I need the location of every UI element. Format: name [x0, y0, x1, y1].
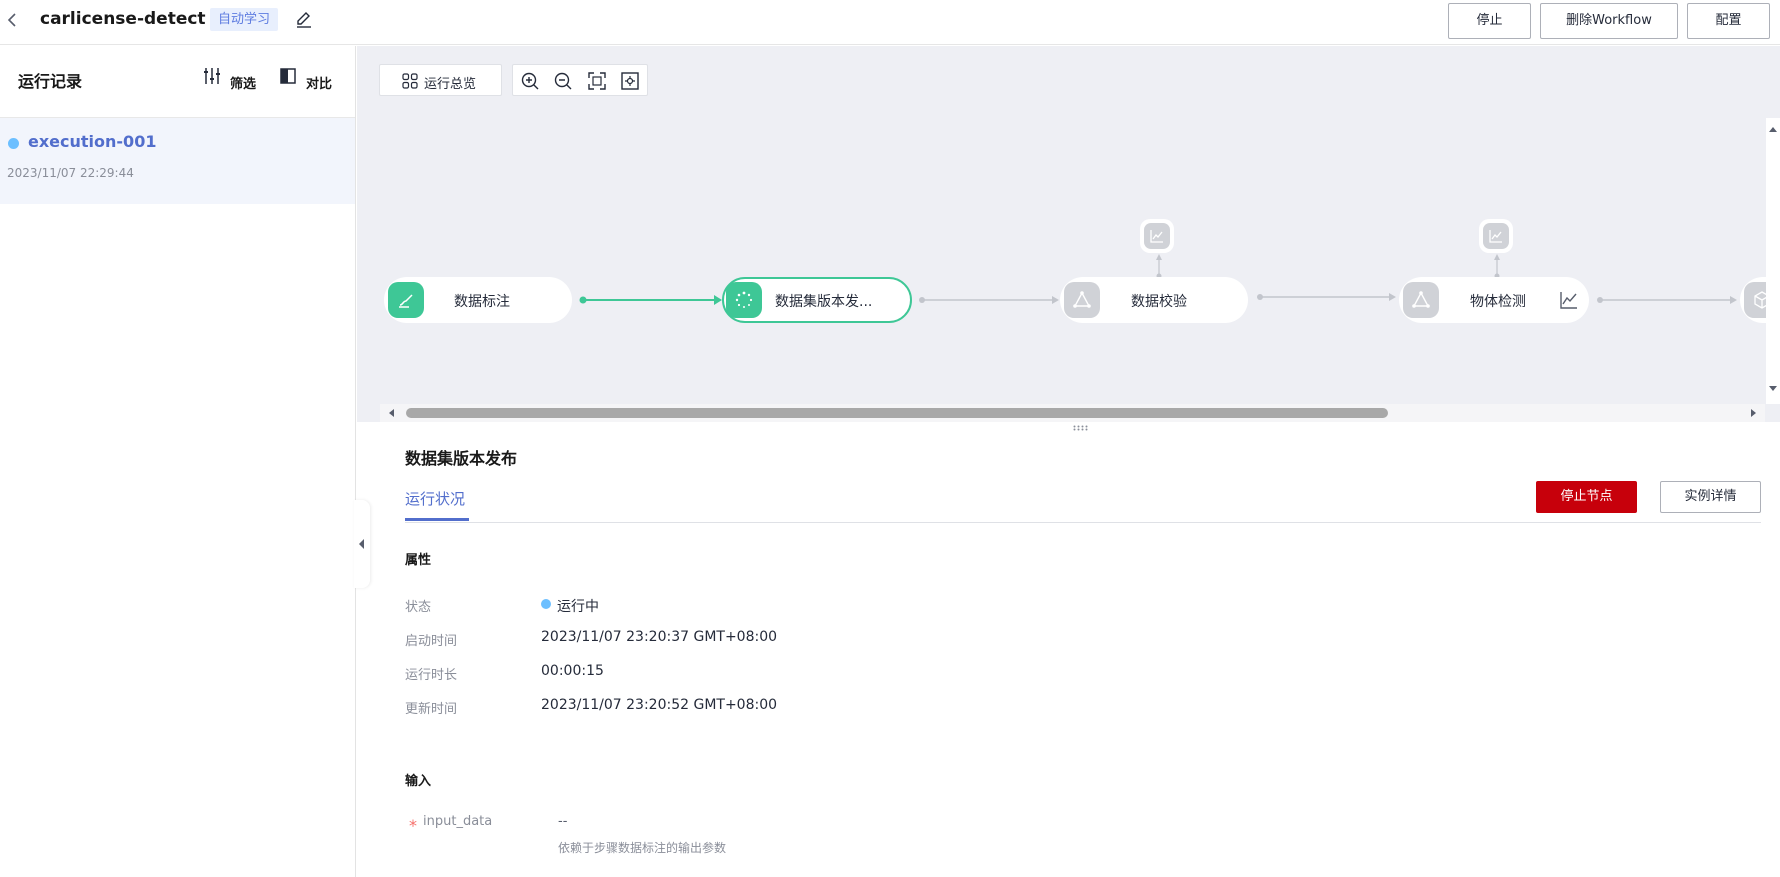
scroll-right-icon[interactable] — [1749, 409, 1757, 417]
filter-icon — [204, 68, 220, 84]
scrollbar-thumb[interactable] — [406, 408, 1388, 418]
arrow-right-icon — [1389, 293, 1396, 301]
arrow-up-icon — [1494, 254, 1500, 260]
brush-icon — [399, 294, 413, 308]
status-label: 状态 — [405, 600, 432, 615]
compare-label: 对比 — [306, 77, 333, 92]
metric-node-validate[interactable] — [1140, 219, 1174, 253]
line-chart-icon[interactable] — [1559, 290, 1579, 310]
arrow-right-icon — [1052, 296, 1059, 304]
arrow-right-icon — [714, 295, 722, 305]
metric-node-body — [1483, 223, 1509, 249]
node-icon-bg — [1064, 282, 1100, 318]
edge-start-dot — [579, 296, 587, 304]
type-tag: 自动学习 — [210, 8, 279, 31]
loading-spinner-icon — [735, 291, 753, 308]
instance-details-button[interactable]: 实例详情 — [1660, 481, 1761, 513]
chevron-left-icon[interactable] — [2, 10, 22, 30]
node-object-detection[interactable]: 物体检测 — [1399, 277, 1589, 323]
update-time-label: 更新时间 — [405, 702, 458, 717]
scroll-down-icon[interactable] — [1769, 384, 1777, 392]
node-icon-bg — [726, 282, 762, 318]
scroll-left-icon[interactable] — [388, 409, 396, 417]
config-button[interactable]: 配置 — [1687, 3, 1770, 39]
detail-title: 数据集版本发布 — [405, 449, 518, 468]
line-chart-icon — [1489, 230, 1502, 243]
node-dataset-release[interactable]: 数据集版本发... — [722, 277, 912, 323]
node-icon-bg — [388, 282, 424, 318]
update-time-value: 2023/11/07 23:20:52 GMT+08:00 — [541, 697, 778, 713]
delete-workflow-button[interactable]: 删除Workflow — [1540, 3, 1678, 39]
page-title: carlicense-detect — [40, 9, 206, 29]
caret-left-icon — [359, 539, 364, 549]
validation-icon — [1073, 291, 1091, 308]
node-icon-bg — [1403, 282, 1439, 318]
input-param-description: 依赖于步骤数据标注的输出参数 — [558, 841, 727, 855]
metric-node-body — [1144, 223, 1170, 249]
compare-icon — [280, 68, 296, 84]
metric-node-detect[interactable] — [1479, 219, 1513, 253]
duration-value: 00:00:15 — [541, 663, 604, 679]
run-list-item[interactable]: execution-001 2023/11/07 22:29:44 — [0, 118, 355, 204]
arrow-right-icon — [1730, 296, 1737, 304]
stop-button[interactable]: 停止 — [1448, 3, 1531, 39]
filter-label: 筛选 — [230, 77, 257, 92]
node-label: 数据校验 — [1131, 294, 1187, 310]
stop-node-button[interactable]: 停止节点 — [1536, 481, 1637, 513]
top-bar: carlicense-detect 自动学习 停止 删除Workflow 配置 — [0, 0, 1780, 45]
node-label: 数据标注 — [454, 294, 510, 310]
detection-icon — [1412, 291, 1430, 308]
line-chart-icon — [1150, 230, 1163, 243]
edge-start-dot — [919, 297, 925, 303]
edge-start-dot — [1597, 297, 1603, 303]
edge-start-dot — [1257, 294, 1263, 300]
section-input-title: 输入 — [405, 774, 432, 789]
tab-run-status[interactable]: 运行状况 — [405, 488, 465, 509]
input-param-value: -- — [558, 814, 568, 829]
section-properties-title: 属性 — [405, 553, 432, 568]
input-param-name: input_data — [423, 814, 493, 829]
start-time-value: 2023/11/07 23:20:37 GMT+08:00 — [541, 629, 778, 645]
workflow-canvas[interactable]: 运行总览 数据标注 数据集版本发... 数据校验 物体检测 — [357, 46, 1780, 422]
node-data-annotation[interactable]: 数据标注 — [384, 277, 572, 323]
run-records-sidebar: 运行记录 筛选 对比 execution-001 2023/11/07 22:2… — [0, 46, 356, 877]
resize-grip-icon[interactable] — [1073, 425, 1089, 431]
start-time-label: 启动时间 — [405, 634, 458, 649]
node-label: 数据集版本发... — [775, 294, 873, 310]
status-dot — [541, 599, 551, 609]
run-status-dot — [8, 138, 19, 149]
status-value: 运行中 — [557, 599, 599, 615]
sidebar-collapse-handle[interactable] — [354, 500, 370, 588]
arrow-up-icon — [1156, 254, 1162, 260]
duration-label: 运行时长 — [405, 668, 458, 683]
run-time: 2023/11/07 22:29:44 — [7, 166, 134, 180]
tabs-divider — [405, 522, 1761, 523]
run-name: execution-001 — [28, 132, 157, 151]
node-data-validation[interactable]: 数据校验 — [1060, 277, 1248, 323]
connector-layer — [579, 254, 1737, 305]
sidebar-header: 运行记录 筛选 对比 — [0, 46, 355, 118]
pencil-icon[interactable] — [294, 9, 314, 29]
tab-active-indicator — [405, 518, 469, 521]
required-mark: * — [409, 816, 417, 835]
scroll-up-icon[interactable] — [1769, 126, 1777, 134]
canvas-vertical-scrollbar[interactable] — [1766, 118, 1780, 404]
node-label: 物体检测 — [1470, 294, 1526, 310]
sidebar-title: 运行记录 — [18, 72, 83, 91]
